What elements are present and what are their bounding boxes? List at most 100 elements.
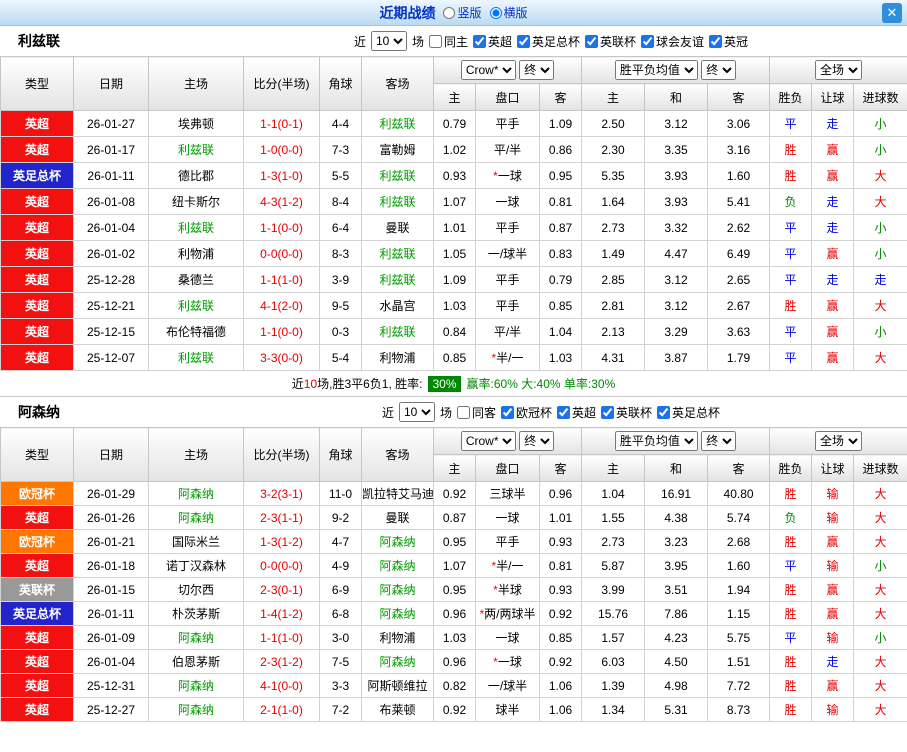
away-team: 阿斯顿维拉 bbox=[362, 674, 434, 698]
match-score: 4-1(2-0) bbox=[244, 293, 320, 319]
result-flag: 胜 bbox=[770, 163, 812, 189]
asian-away-odds: 0.96 bbox=[540, 482, 582, 506]
match-row: 英超25-12-31阿森纳4-1(0-0)3-3阿斯顿维拉0.82一/球半1.0… bbox=[1, 674, 907, 698]
col-away: 客场 bbox=[362, 428, 434, 482]
section-header-leeds: 利兹联 近 10 场 同主 英超英足总杯英联杯球会友谊英冠 bbox=[0, 26, 907, 56]
final-select[interactable]: 终 bbox=[519, 431, 554, 451]
col-goals-result: 进球数 bbox=[854, 84, 907, 111]
asian-away-odds: 0.92 bbox=[540, 602, 582, 626]
corner-score: 6-4 bbox=[320, 215, 362, 241]
league-filter[interactable]: 英冠 bbox=[709, 33, 748, 50]
scope-select[interactable]: 全场 bbox=[815, 431, 862, 451]
win-rate-badge: 30% bbox=[428, 376, 460, 392]
match-row: 英超25-12-15布伦特福德1-1(0-0)0-3利兹联0.84平/半1.04… bbox=[1, 319, 907, 345]
handicap-flag: 走 bbox=[812, 215, 854, 241]
scope-select[interactable]: 全场 bbox=[815, 60, 862, 80]
asian-handicap: *半/一 bbox=[476, 345, 540, 371]
euro-away-odds: 1.94 bbox=[708, 578, 770, 602]
result-flag: 胜 bbox=[770, 650, 812, 674]
league-label: 英冠 bbox=[724, 33, 748, 50]
league-checkbox[interactable] bbox=[517, 35, 530, 48]
result-flag: 平 bbox=[770, 319, 812, 345]
col-handicap: 盘口 bbox=[476, 84, 540, 111]
same-venue-filter[interactable]: 同主 bbox=[429, 33, 468, 50]
result-flag: 胜 bbox=[770, 530, 812, 554]
final-select[interactable]: 终 bbox=[519, 60, 554, 80]
match-date: 26-01-15 bbox=[74, 578, 149, 602]
bookmaker-select[interactable]: Crow* bbox=[461, 60, 516, 80]
record-summary: 近10场,胜3平6负1, 胜率: 30% 赢率:60% 大:40% 单率:30% bbox=[0, 371, 907, 397]
vertical-radio[interactable] bbox=[443, 7, 455, 19]
result-flag: 负 bbox=[770, 506, 812, 530]
same-venue-checkbox[interactable] bbox=[429, 35, 442, 48]
europe-odds-select[interactable]: 胜平负均值 bbox=[615, 431, 698, 451]
league-filter[interactable]: 英足总杯 bbox=[517, 33, 580, 50]
league-checkbox[interactable] bbox=[641, 35, 654, 48]
league-filter[interactable]: 英联杯 bbox=[585, 33, 636, 50]
league-checkbox[interactable] bbox=[709, 35, 722, 48]
match-date: 26-01-17 bbox=[74, 137, 149, 163]
match-score: 3-2(3-1) bbox=[244, 482, 320, 506]
dialog-title: 近期战绩 bbox=[379, 3, 435, 23]
league-checkbox[interactable] bbox=[585, 35, 598, 48]
away-team: 利兹联 bbox=[362, 111, 434, 137]
league-filter[interactable]: 欧冠杯 bbox=[501, 404, 552, 421]
col-handicap-result: 让球 bbox=[812, 84, 854, 111]
corner-score: 9-5 bbox=[320, 293, 362, 319]
league-filter[interactable]: 英足总杯 bbox=[657, 404, 720, 421]
col-score: 比分(半场) bbox=[244, 57, 320, 111]
match-date: 25-12-15 bbox=[74, 319, 149, 345]
match-count-select[interactable]: 10 bbox=[371, 31, 407, 51]
league-label: 英超 bbox=[488, 33, 512, 50]
league-filter[interactable]: 英联杯 bbox=[601, 404, 652, 421]
league-checkbox[interactable] bbox=[601, 406, 614, 419]
same-venue-label: 同客 bbox=[472, 404, 496, 421]
summary-text: 近10场,胜3平6负1, 胜率: bbox=[292, 375, 423, 392]
match-row: 英超25-12-27阿森纳2-1(1-0)7-2布莱顿0.92球半1.061.3… bbox=[1, 698, 907, 722]
match-date: 25-12-31 bbox=[74, 674, 149, 698]
col-handicap-result: 让球 bbox=[812, 455, 854, 482]
match-count-select[interactable]: 10 bbox=[399, 402, 435, 422]
europe-odds-select[interactable]: 胜平负均值 bbox=[615, 60, 698, 80]
asian-home-odds: 0.84 bbox=[434, 319, 476, 345]
home-team: 利兹联 bbox=[149, 293, 244, 319]
handicap-flag: 赢 bbox=[812, 674, 854, 698]
euro-away-odds: 1.60 bbox=[708, 163, 770, 189]
layout-option-horizontal[interactable]: 横版 bbox=[490, 4, 528, 21]
euro-away-odds: 3.06 bbox=[708, 111, 770, 137]
goals-flag: 大 bbox=[854, 674, 907, 698]
league-filter[interactable]: 英超 bbox=[557, 404, 596, 421]
final-select-2[interactable]: 终 bbox=[701, 431, 736, 451]
bookmaker-select[interactable]: Crow* bbox=[461, 431, 516, 451]
games-label: 场 bbox=[440, 404, 452, 421]
team-name: 阿森纳 bbox=[18, 402, 60, 422]
asian-odds-group: Crow* 终 bbox=[434, 428, 582, 455]
league-checkbox[interactable] bbox=[501, 406, 514, 419]
layout-option-vertical[interactable]: 竖版 bbox=[443, 4, 481, 21]
close-button[interactable]: ✕ bbox=[882, 3, 902, 23]
match-date: 26-01-04 bbox=[74, 650, 149, 674]
col-asian-home: 主 bbox=[434, 455, 476, 482]
col-date: 日期 bbox=[74, 57, 149, 111]
same-venue-checkbox[interactable] bbox=[457, 406, 470, 419]
euro-home-odds: 6.03 bbox=[582, 650, 645, 674]
euro-draw-odds: 3.29 bbox=[645, 319, 708, 345]
league-filter-group: 欧冠杯英超英联杯英足总杯 bbox=[501, 404, 720, 421]
league-filter[interactable]: 英超 bbox=[473, 33, 512, 50]
match-score: 4-3(1-2) bbox=[244, 189, 320, 215]
star-marker: * bbox=[491, 559, 496, 573]
goals-flag: 大 bbox=[854, 189, 907, 215]
league-checkbox[interactable] bbox=[557, 406, 570, 419]
competition-badge: 英足总杯 bbox=[1, 163, 74, 189]
euro-home-odds: 2.13 bbox=[582, 319, 645, 345]
final-select-2[interactable]: 终 bbox=[701, 60, 736, 80]
same-venue-filter[interactable]: 同客 bbox=[457, 404, 496, 421]
corner-score: 6-8 bbox=[320, 602, 362, 626]
euro-draw-odds: 3.32 bbox=[645, 215, 708, 241]
league-checkbox[interactable] bbox=[657, 406, 670, 419]
match-date: 26-01-27 bbox=[74, 111, 149, 137]
horizontal-radio[interactable] bbox=[490, 7, 502, 19]
result-flag: 平 bbox=[770, 554, 812, 578]
league-checkbox[interactable] bbox=[473, 35, 486, 48]
league-filter[interactable]: 球会友谊 bbox=[641, 33, 704, 50]
